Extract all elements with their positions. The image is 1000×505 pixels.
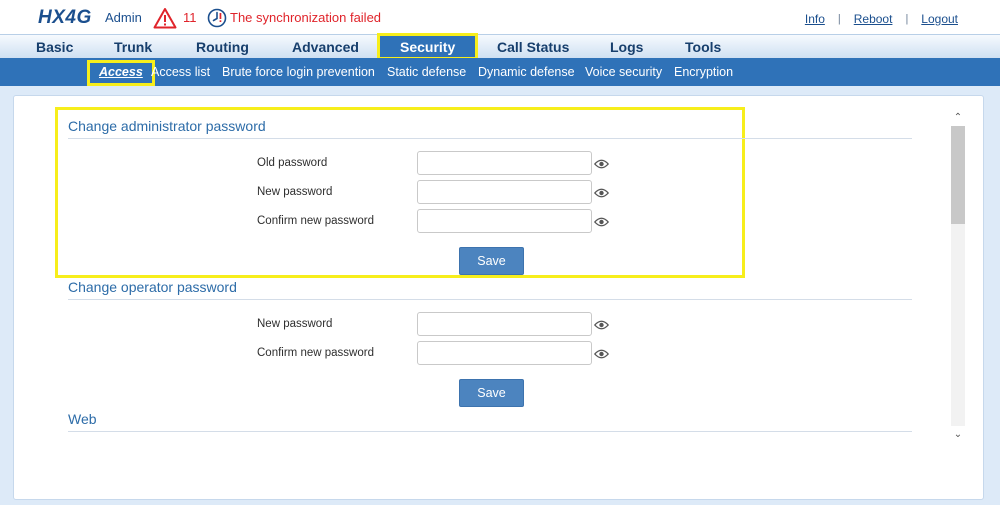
operator-new-password-input[interactable] bbox=[417, 312, 592, 336]
reboot-link[interactable]: Reboot bbox=[854, 12, 893, 26]
operator-confirm-password-input[interactable] bbox=[417, 341, 592, 365]
sub-nav: Access Access list Brute force login pre… bbox=[0, 58, 1000, 86]
old-password-label: Old password bbox=[257, 157, 328, 169]
web-section-title: Web bbox=[68, 411, 97, 427]
sync-status: The synchronization failed bbox=[230, 10, 382, 25]
info-link[interactable]: Info bbox=[805, 12, 825, 26]
alarm-count[interactable]: 11 bbox=[183, 10, 197, 25]
new-password-label: New password bbox=[257, 186, 333, 198]
clock-alert-icon bbox=[207, 8, 227, 28]
subnav-dynamic-defense[interactable]: Dynamic defense bbox=[478, 65, 575, 79]
section-divider bbox=[68, 431, 912, 432]
scroll-up-arrow-icon[interactable]: ⌃ bbox=[951, 112, 965, 124]
section-divider bbox=[68, 299, 912, 300]
scrollbar-thumb[interactable] bbox=[951, 126, 965, 224]
subnav-voice-security[interactable]: Voice security bbox=[585, 65, 662, 79]
eye-icon[interactable] bbox=[594, 217, 609, 227]
top-header: HX4G Admin 11 The synchronization failed… bbox=[0, 0, 1000, 34]
eye-icon[interactable] bbox=[594, 349, 609, 359]
content-panel: Change administrator password Old passwo… bbox=[13, 95, 984, 500]
nav-basic[interactable]: Basic bbox=[36, 39, 73, 55]
scroll-down-arrow-icon[interactable]: ⌄ bbox=[951, 429, 965, 441]
main-nav: Basic Trunk Routing Advanced Security Ca… bbox=[0, 33, 1000, 60]
operator-confirm-password-label: Confirm new password bbox=[257, 347, 374, 359]
link-separator: | bbox=[905, 13, 909, 25]
operator-save-button[interactable]: Save bbox=[459, 379, 524, 407]
current-user: Admin bbox=[105, 10, 142, 25]
subnav-access-list[interactable]: Access list bbox=[151, 65, 210, 79]
new-password-input[interactable] bbox=[417, 180, 592, 204]
operator-new-password-label: New password bbox=[257, 318, 333, 330]
eye-icon[interactable] bbox=[594, 159, 609, 169]
eye-icon[interactable] bbox=[594, 188, 609, 198]
nav-tools[interactable]: Tools bbox=[685, 39, 721, 55]
subnav-encryption[interactable]: Encryption bbox=[674, 65, 733, 79]
nav-logs[interactable]: Logs bbox=[610, 39, 643, 55]
confirm-password-input[interactable] bbox=[417, 209, 592, 233]
subnav-brute-force[interactable]: Brute force login prevention bbox=[222, 65, 375, 79]
top-links: Info | Reboot | Logout bbox=[805, 12, 958, 26]
logout-link[interactable]: Logout bbox=[921, 12, 958, 26]
nav-advanced[interactable]: Advanced bbox=[292, 39, 359, 55]
eye-icon[interactable] bbox=[594, 320, 609, 330]
nav-call-status[interactable]: Call Status bbox=[497, 39, 569, 55]
subnav-access[interactable]: Access bbox=[87, 60, 155, 86]
section-divider bbox=[68, 138, 912, 139]
admin-section-title: Change administrator password bbox=[68, 118, 266, 134]
warning-triangle-icon[interactable] bbox=[153, 7, 177, 29]
old-password-input[interactable] bbox=[417, 151, 592, 175]
operator-section-title: Change operator password bbox=[68, 279, 237, 295]
nav-trunk[interactable]: Trunk bbox=[114, 39, 152, 55]
subnav-static-defense[interactable]: Static defense bbox=[387, 65, 466, 79]
nav-security[interactable]: Security bbox=[377, 33, 479, 60]
logo: HX4G bbox=[38, 7, 92, 28]
admin-save-button[interactable]: Save bbox=[459, 247, 524, 275]
confirm-password-label: Confirm new password bbox=[257, 215, 374, 227]
nav-routing[interactable]: Routing bbox=[196, 39, 249, 55]
link-separator: | bbox=[837, 13, 841, 25]
